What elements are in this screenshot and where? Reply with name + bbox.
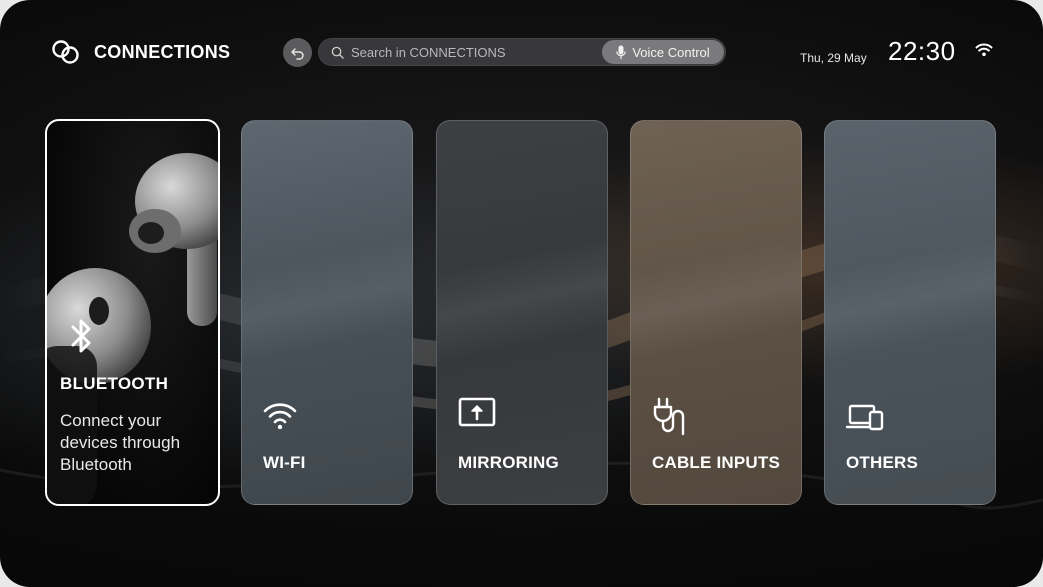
card-wifi[interactable]: WI-FI xyxy=(241,120,413,505)
status-time: 22:30 xyxy=(888,36,956,66)
page-title: CONNECTIONS xyxy=(94,41,231,62)
card-bluetooth[interactable]: BLUETOOTH Connect your devices through B… xyxy=(45,119,220,506)
bluetooth-icon xyxy=(71,319,91,353)
devices-icon xyxy=(845,404,884,431)
screen-mirroring-icon xyxy=(458,397,496,427)
tv-screen: CONNECTIONS Search in CONNECTIONS Voice … xyxy=(0,0,1043,587)
voice-control-label: Voice Control xyxy=(632,44,710,60)
wifi-status-icon xyxy=(975,43,993,57)
card-cable-inputs[interactable]: CABLE INPUTS xyxy=(630,120,802,505)
plug-cable-icon xyxy=(653,397,685,436)
status-date: Thu, 29 May xyxy=(800,51,867,65)
voice-control-button[interactable]: Voice Control xyxy=(602,40,724,64)
microphone-icon xyxy=(616,45,627,59)
card-others[interactable]: OTHERS xyxy=(824,120,996,505)
search-icon xyxy=(331,46,344,59)
search-bar[interactable]: Search in CONNECTIONS Voice Control xyxy=(318,38,726,66)
card-cable-inputs-label: CABLE INPUTS xyxy=(652,453,781,472)
back-arrow-icon xyxy=(290,47,304,60)
search-input[interactable]: Search in CONNECTIONS xyxy=(351,45,506,60)
link-rings-icon xyxy=(50,38,82,66)
card-others-label: OTHERS xyxy=(846,453,919,472)
card-bluetooth-description: Connect your devices through Bluetooth xyxy=(60,411,181,474)
app-brand: CONNECTIONS xyxy=(50,38,230,66)
card-mirroring[interactable]: MIRRORING xyxy=(436,120,608,505)
card-wifi-label: WI-FI xyxy=(263,453,306,472)
card-mirroring-label: MIRRORING xyxy=(458,453,559,472)
wifi-icon xyxy=(263,403,297,430)
card-bluetooth-label: BLUETOOTH xyxy=(60,374,169,393)
back-button[interactable] xyxy=(283,38,312,67)
